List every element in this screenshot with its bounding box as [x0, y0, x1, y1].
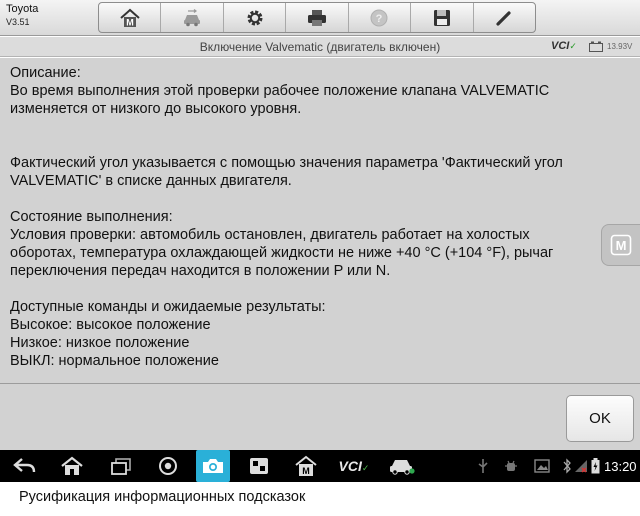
wifi-status	[574, 450, 588, 482]
usb-icon	[478, 459, 488, 473]
action-bar: OK	[0, 383, 640, 450]
android-debug-icon	[505, 460, 517, 471]
gallery-status	[532, 450, 552, 482]
home-button[interactable]: M	[99, 3, 162, 32]
vci-label: VCI	[551, 40, 570, 52]
command-off: ВЫКЛ: нормальное положение	[10, 353, 219, 369]
usb-status	[474, 450, 492, 482]
status-line: переключения передач находится в положен…	[10, 263, 391, 279]
info-panel: Описание: Во время выполнения этой прове…	[0, 58, 640, 383]
angle-info-line: Фактический угол указывается с помощью з…	[10, 155, 563, 171]
bluetooth-status	[560, 450, 574, 482]
vci-nav-text: VCI	[338, 458, 362, 474]
bluetooth-icon	[563, 458, 571, 474]
system-nav-bar: M VCI✓ 13:20	[0, 450, 640, 482]
help-button[interactable]: ?	[349, 3, 412, 32]
maxisys-home-button[interactable]: M	[288, 450, 324, 482]
angle-info-line: VALVEMATIC' в списке данных двигателя.	[10, 173, 292, 189]
command-low: Низкое: низкое положение	[10, 335, 190, 351]
top-toolbar: Toyota V3.51 M ?	[0, 0, 640, 36]
help-icon: ?	[370, 9, 388, 26]
printer-icon	[307, 9, 326, 26]
screenshot-caption: Русификация информационных подсказок	[19, 489, 306, 505]
battery-voltage: 13.93V	[607, 42, 633, 51]
recent-apps-button[interactable]	[104, 450, 138, 482]
toolbar-buttons: M ?	[98, 2, 536, 33]
chrome-icon	[159, 457, 177, 475]
commands-heading: Доступные команды и ожидаемые результаты…	[10, 299, 326, 315]
ok-button[interactable]: OK	[566, 395, 634, 442]
edit-button[interactable]	[474, 3, 535, 32]
home-nav-button[interactable]	[54, 450, 90, 482]
svg-text:M: M	[616, 238, 627, 253]
remote-support-button[interactable]	[242, 450, 276, 482]
browser-button[interactable]	[152, 450, 184, 482]
home-nav-icon	[61, 456, 83, 475]
svg-text:?: ?	[376, 13, 383, 25]
remote-desk-icon	[250, 458, 268, 474]
vehicle-info: Toyota V3.51	[6, 4, 38, 27]
debug-status	[502, 450, 520, 482]
save-icon	[433, 9, 450, 26]
print-button[interactable]	[286, 3, 349, 32]
vci-manager-button[interactable]: VCI✓	[334, 450, 374, 482]
maxisys-home-icon: M	[295, 455, 317, 476]
description-heading: Описание:	[10, 65, 81, 81]
car-icon	[390, 460, 415, 475]
battery-charging-icon	[591, 458, 599, 474]
home-icon: M	[120, 8, 140, 27]
status-line: Условия проверки: автомобиль остановлен,…	[10, 227, 530, 243]
vci-status: VCI✓	[551, 40, 577, 52]
command-high: Высокое: высокое положение	[10, 317, 211, 333]
vci-connected-check-icon: ✓	[569, 41, 577, 51]
clock: 13:20	[604, 459, 637, 474]
battery-icon	[589, 41, 603, 52]
status-line: оборотах, температура охлаждающей жидкос…	[10, 245, 554, 261]
vehicle-swap-icon	[184, 8, 201, 26]
settings-gear-icon	[247, 10, 263, 25]
vehicle-swap-button[interactable]	[161, 3, 224, 32]
title-bar: Включение Valvematic (двигатель включен)…	[0, 37, 640, 57]
camera-icon	[203, 459, 223, 473]
maxisys-logo-icon: M	[610, 234, 632, 256]
vci-nav-label: VCI✓	[339, 458, 370, 474]
svg-text:M: M	[126, 17, 134, 27]
page-title: Включение Valvematic (двигатель включен)	[199, 40, 441, 54]
vehicle-button[interactable]	[382, 450, 420, 482]
edit-pencil-icon	[496, 10, 511, 26]
status-heading: Состояние выполнения:	[10, 209, 173, 225]
recent-apps-icon	[111, 458, 131, 475]
floating-menu-button[interactable]: M	[601, 224, 640, 266]
vehicle-make: Toyota	[6, 3, 39, 15]
battery-status	[589, 450, 601, 482]
back-button[interactable]	[8, 450, 42, 482]
vci-nav-check-icon: ✓	[361, 463, 370, 473]
wifi-off-icon	[575, 460, 587, 473]
svg-text:M: M	[302, 466, 310, 476]
description-line: Во время выполнения этой проверки рабоче…	[10, 83, 550, 99]
save-button[interactable]	[411, 3, 474, 32]
settings-button[interactable]	[224, 3, 287, 32]
description-line: изменяется от низкого до высокого уровня…	[10, 101, 302, 117]
screenshot-button[interactable]	[196, 450, 230, 482]
image-icon	[534, 459, 550, 473]
software-version: V3.51	[6, 17, 30, 27]
back-arrow-icon	[13, 458, 36, 473]
